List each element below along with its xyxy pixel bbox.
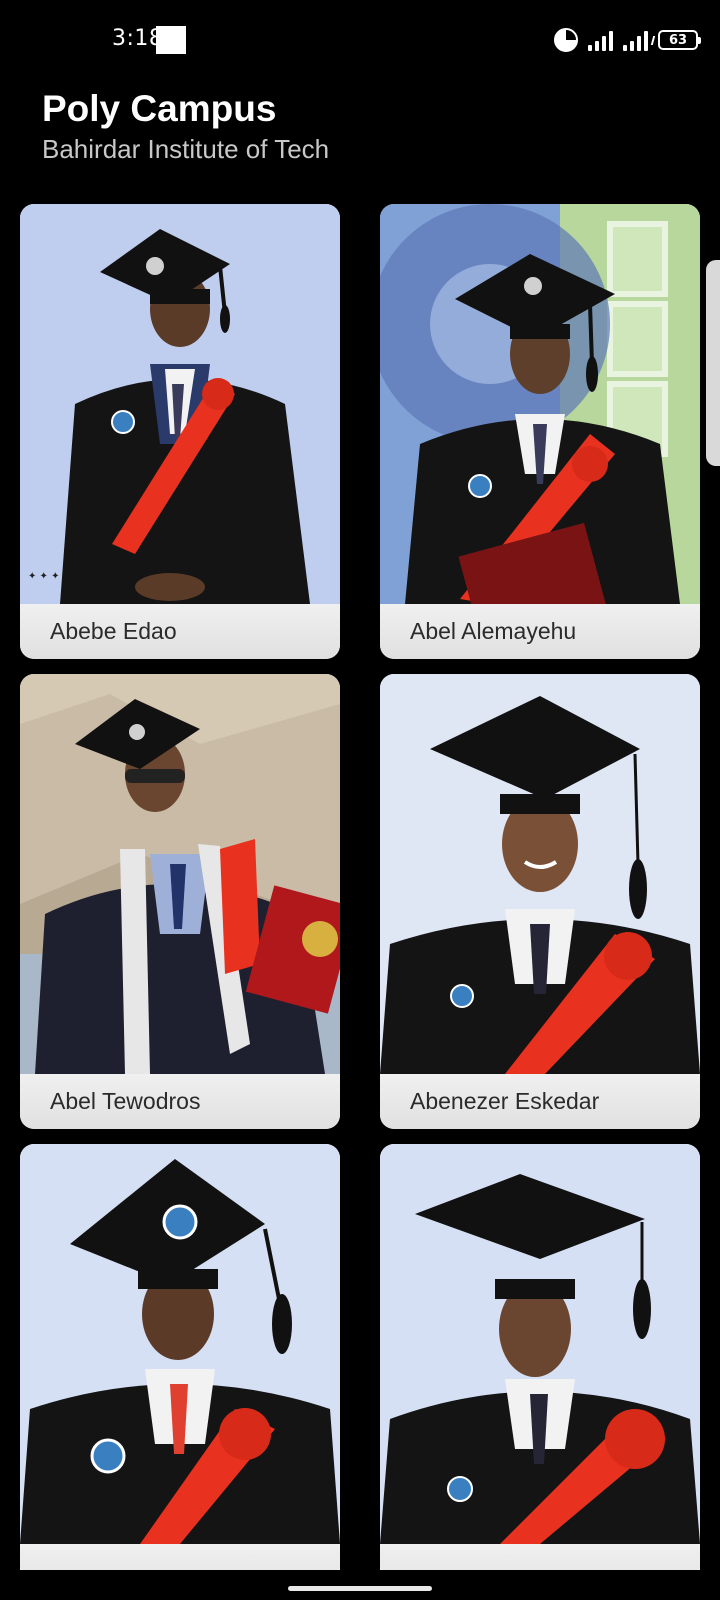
app-title: Poly Campus (42, 88, 277, 129)
student-name: Abel Tewodros (50, 1088, 201, 1114)
battery-level: 63 (668, 32, 688, 48)
signal-icon-2 (623, 29, 648, 51)
scrollbar-thumb[interactable] (706, 260, 720, 466)
student-card[interactable]: Abel Alemayehu (380, 204, 700, 659)
status-icons: 63 (554, 26, 701, 54)
student-card[interactable]: Abel Tewodros (20, 674, 340, 1129)
student-photo (380, 1144, 700, 1544)
student-photo (20, 674, 340, 1074)
home-indicator[interactable] (288, 1586, 432, 1591)
student-name: Abebe Edao (50, 618, 177, 644)
notification-icon (156, 26, 186, 54)
student-photo (380, 204, 700, 604)
student-name-bar: Abel Tewodros (20, 1074, 340, 1129)
svg-text:✦ ✦ ✦: ✦ ✦ ✦ (28, 571, 60, 582)
student-name-bar: Abel Alemayehu (380, 604, 700, 659)
student-card[interactable]: ✦ ✦ ✦ Abebe Edao (20, 204, 340, 659)
student-name-bar (20, 1544, 340, 1570)
signal-icon (588, 29, 613, 51)
data-saver-icon (554, 28, 578, 52)
student-name-bar: Abebe Edao (20, 604, 340, 659)
student-name-bar (380, 1544, 700, 1570)
student-name-bar: Abenezer Eskedar (380, 1074, 700, 1129)
student-photo (20, 1144, 340, 1544)
student-photo (380, 674, 700, 1074)
student-name: Abenezer Eskedar (410, 1088, 600, 1114)
student-photo: ✦ ✦ ✦ (20, 204, 340, 604)
battery-icon: 63 (658, 30, 701, 50)
app-header: Poly Campus Bahirdar Institute of Tech (42, 88, 329, 166)
student-name: Abel Alemayehu (410, 618, 577, 644)
status-bar: 3:18 63 (0, 0, 720, 80)
student-card[interactable] (20, 1144, 340, 1570)
app-subtitle: Bahirdar Institute of Tech (42, 134, 330, 164)
student-card[interactable] (380, 1144, 700, 1570)
student-grid[interactable]: ✦ ✦ ✦ Abebe Edao Abel Alemayehu Abel Tew… (20, 204, 700, 1570)
student-card[interactable]: Abenezer Eskedar (380, 674, 700, 1129)
